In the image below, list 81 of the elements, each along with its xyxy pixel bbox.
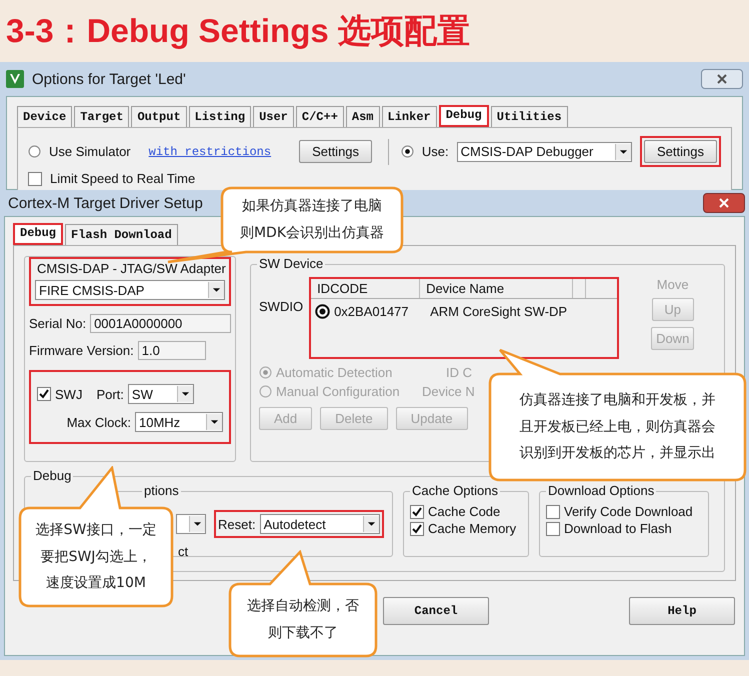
table-header: Device Name [420,279,574,298]
tab[interactable]: Output [131,106,187,127]
group-title: CMSIS-DAP - JTAG/SW Adapter [35,261,228,276]
radio-button[interactable] [28,145,41,158]
checkbox-label: Download to Flash [564,521,672,536]
tab[interactable]: Listing [188,106,252,127]
close-icon [717,74,727,84]
reset-dropdown[interactable]: Autodetect [260,514,380,534]
checkbox[interactable] [546,504,560,518]
checkbox[interactable] [546,522,560,536]
dialog-button[interactable]: Help [629,597,735,625]
debugger-dropdown[interactable]: CMSIS-DAP Debugger [456,142,632,162]
radio-button[interactable] [315,304,330,319]
checkbox-label: ct [178,544,190,559]
table-cell: ARM CoreSight SW-DP [430,304,568,319]
callout-text: 仿真器连接了电脑和开发板，并 且开发板已经上电，则仿真器会 识别到开发板的芯片，并显示出 [520,391,716,464]
field-label: Port: [96,386,124,402]
checkbox[interactable] [37,387,51,401]
group-title: Debug [31,468,74,483]
tab[interactable]: Flash Download [65,224,178,245]
tab[interactable]: Utilities [490,106,568,127]
tab[interactable]: Linker [382,106,437,127]
tab[interactable]: Debug [438,105,489,127]
caret-icon [206,414,222,430]
swdio-label: SWDIO [259,299,304,314]
firmware-field: 1.0 [138,341,206,360]
field-label: Reset: [218,516,256,532]
dialog-title: Cortex-M Target Driver Setup [8,194,203,212]
callout-text: 如果仿真器连接了电脑 则MDK会识别出仿真器 [240,197,384,243]
settings-button[interactable]: Settings [299,140,372,163]
close-button[interactable] [701,69,743,89]
field-label: Device N [422,384,475,399]
field-label: Serial No: [29,316,86,331]
checkbox-label: Verify Code Download [564,504,693,519]
tab[interactable]: C/C++ [296,106,344,127]
move-label: Move [656,277,689,292]
checkbox[interactable] [410,504,424,518]
radio-label: Use Simulator [49,144,131,159]
group-title: ptions [142,483,181,498]
caret-icon [362,516,379,532]
group-title: SW Device [257,256,326,271]
window-title: Options for Target 'Led' [32,70,186,88]
settings-button[interactable]: Settings [644,140,717,163]
tab[interactable]: User [253,106,294,127]
connect-dropdown[interactable] [176,514,206,534]
app-icon [6,70,24,88]
group-title: Download Options [546,483,656,498]
tab[interactable]: Debug [13,223,64,245]
dialog-button[interactable]: Cancel [383,597,489,625]
checkbox-label: Limit Speed to Real Time [50,171,196,186]
checkbox[interactable] [410,522,424,536]
tab[interactable]: Asm [346,106,380,127]
checkbox[interactable] [28,172,42,186]
checkbox-label: Cache Code [428,504,500,519]
caret-icon [208,282,224,298]
caret-icon [176,386,193,402]
radio-button[interactable] [400,145,414,158]
restrictions-link[interactable]: with restrictions [148,144,272,158]
group-title: Cache Options [410,483,500,498]
field-label: Firmware Version: [29,343,134,358]
radio-label: Use: [422,144,449,159]
close-icon [719,198,729,208]
port-dropdown[interactable]: SW [128,384,194,404]
field-label: Max Clock: [66,414,131,430]
table-header: IDCODE [311,279,420,298]
serial-field: 0001A0000000 [90,314,231,333]
tab[interactable]: Device [17,106,72,127]
caret-icon [189,516,205,532]
callout-text: 选择自动检测，否 则下载不了 [247,597,359,643]
close-button[interactable] [703,193,745,213]
checkbox-label: Cache Memory [428,521,516,536]
radio-label: Automatic Detection [276,365,394,380]
field-label: ID C [446,365,472,380]
caret-icon [615,144,632,160]
clock-dropdown[interactable]: 10MHz [135,412,223,432]
page-title: 3-3：Debug Settings 选项配置 [6,10,470,51]
callout-text: 选择SW接口，一定 要把SWJ勾选上， 速度设置成10M [36,521,156,594]
checkbox-label: SWJ [55,386,82,402]
adapter-dropdown[interactable]: FIRE CMSIS-DAP [35,280,225,300]
tab[interactable]: Target [74,106,130,127]
table-cell-text: 0x2BA01477 [334,304,410,319]
